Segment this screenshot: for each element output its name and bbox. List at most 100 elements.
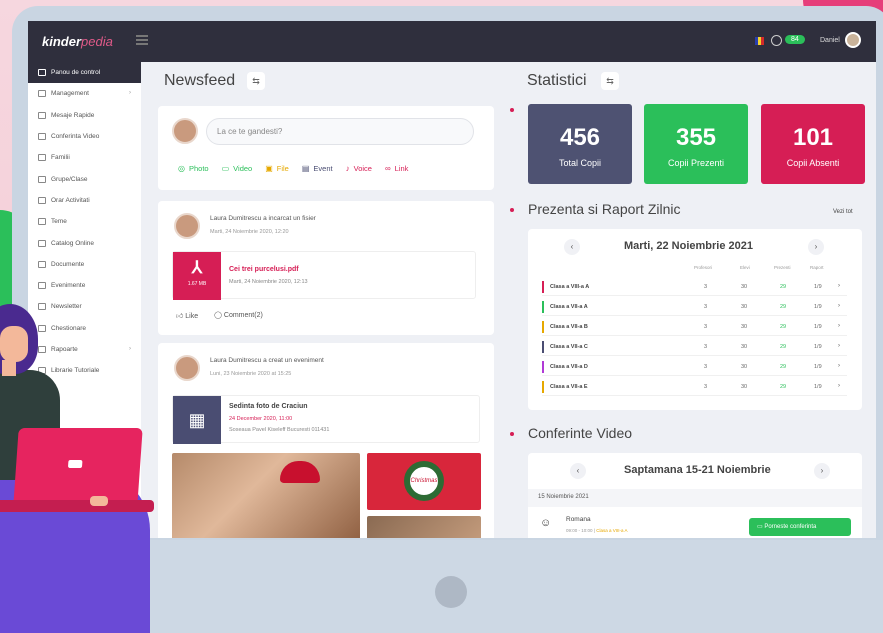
message-icon [38, 111, 46, 119]
file-button[interactable]: ▣ File [265, 164, 289, 173]
sidebar-item-panou-de-control[interactable]: Panou de control [28, 62, 141, 84]
sidebar-item-label: Orar Activitati [51, 196, 90, 204]
profesori-value: 3 [704, 304, 708, 310]
power-icon[interactable] [771, 35, 782, 46]
table-row[interactable]: Clasa a VII-a B 3 30 29 1/9 › [542, 318, 847, 336]
chevron-right-icon[interactable]: › [838, 303, 840, 309]
action-label: Link [394, 164, 409, 173]
stat-copii-absenti[interactable]: 101 Copii Absenti [761, 104, 865, 184]
sidebar-item-newsletter[interactable]: Newsletter [28, 296, 141, 317]
sidebar-item-documente[interactable]: Documente [28, 254, 141, 275]
dashboard-icon [38, 69, 46, 77]
sidebar-item-rapoarte[interactable]: Rapoarte › [28, 339, 141, 360]
sidebar-item-catalog-online[interactable]: Catalog Online [28, 232, 141, 253]
event-name: Sedinta foto de Craciun [229, 403, 308, 410]
chevron-left-icon: ‹ [576, 466, 580, 475]
prezenti-value: 29 [780, 384, 787, 390]
language-flag-icon[interactable] [755, 37, 764, 45]
post-date: Marti, 24 Noiembrie 2020, 12:20 [210, 229, 289, 235]
chevron-right-icon[interactable]: › [838, 363, 840, 369]
sidebar-item-orar-activitati[interactable]: Orar Activitati [28, 190, 141, 211]
elevi-value: 30 [741, 284, 748, 290]
statistics-filter-button[interactable]: ⇆ [601, 72, 619, 90]
attendance-title: Prezenta si Raport Zilnic [528, 201, 681, 217]
voice-button[interactable]: ♪ Voice [346, 164, 372, 173]
table-row[interactable]: Clasa a VIII-a A 3 30 29 1/9 › [542, 278, 847, 296]
sidebar-item-label: Chestionare [51, 324, 87, 332]
elevi-value: 30 [741, 364, 748, 370]
next-week-button[interactable]: › [814, 463, 830, 479]
table-row[interactable]: Clasa a VII-a C 3 30 29 1/9 › [542, 338, 847, 356]
survey-icon [38, 324, 46, 332]
chevron-right-icon[interactable]: › [838, 323, 840, 329]
notification-badge[interactable]: 84 [785, 35, 805, 44]
pdf-icon: ⅄ 1.67 MB [173, 252, 221, 300]
prezenti-value: 29 [780, 364, 787, 370]
sidebar-item-label: Documente [51, 260, 85, 268]
next-day-button[interactable]: › [808, 239, 824, 255]
sidebar-item-chestionare[interactable]: Chestionare [28, 318, 141, 339]
event-photo-family[interactable] [172, 453, 360, 538]
sidebar-item-management[interactable]: Management › [28, 83, 141, 104]
bullet-dot [510, 208, 514, 212]
event-icon: ▤ [301, 164, 310, 173]
stat-total-copii[interactable]: 456 Total Copii [528, 104, 632, 184]
newsfeed-filter-button[interactable]: ⇆ [247, 72, 265, 90]
class-name: Clasa a VII-a B [550, 324, 588, 330]
file-icon: ▣ [265, 164, 273, 173]
microphone-icon: ♪ [345, 164, 350, 173]
prev-week-button[interactable]: ‹ [570, 463, 586, 479]
bullet-dot [510, 432, 514, 436]
start-conference-button[interactable]: ▭ Porneste conferinta [749, 518, 851, 536]
sidebar-item-label: Conferinta Video [51, 133, 100, 141]
view-all-link[interactable]: Vezi tot [833, 209, 853, 215]
filter-icon: ⇆ [606, 76, 614, 86]
photo-button[interactable]: ◎ Photo [178, 164, 209, 173]
prev-day-button[interactable]: ‹ [564, 239, 580, 255]
sidebar-item-conferinta-video[interactable]: Conferinta Video [28, 126, 141, 147]
comment-button[interactable]: ◯ Comment(2) [214, 311, 263, 320]
table-row[interactable]: Clasa a VII-a D 3 30 29 1/9 › [542, 358, 847, 376]
post-input[interactable]: La ce te gandesti? [206, 118, 474, 145]
link-button[interactable]: ∞ Link [385, 164, 408, 173]
sidebar-item-teme[interactable]: Teme [28, 211, 141, 232]
chevron-right-icon[interactable]: › [838, 283, 840, 289]
table-row[interactable]: Clasa a VII-a A 3 30 29 1/9 › [542, 298, 847, 316]
event-button[interactable]: ▤ Event [302, 164, 333, 173]
column-header: Profesori [694, 265, 713, 270]
action-label: Photo [188, 164, 209, 173]
file-date: Marti, 24 Noiembrie 2020, 12:13 [229, 279, 308, 285]
event-photo-wreath[interactable]: Christmas [367, 453, 481, 510]
santa-hat [280, 461, 320, 483]
stat-copii-prezenti[interactable]: 355 Copii Prezenti [644, 104, 748, 184]
user-avatar[interactable] [845, 32, 861, 48]
event-photo-extra[interactable] [367, 516, 481, 538]
class-name: Clasa a VII-a A [550, 304, 588, 310]
sidebar-item-mesaje-rapide[interactable]: Mesaje Rapide [28, 105, 141, 126]
sidebar-item-grupe-clase[interactable]: Grupe/Clase [28, 168, 141, 189]
chevron-right-icon[interactable]: › [838, 383, 840, 389]
sidebar-item-label: Catalog Online [51, 239, 94, 247]
illustration-hand [90, 496, 108, 506]
sidebar-item-evenimente[interactable]: Evenimente [28, 275, 141, 296]
event-card[interactable]: ▦ Sedinta foto de Craciun 24 December 20… [172, 395, 480, 444]
hamburger-menu-icon[interactable] [136, 35, 148, 45]
top-bar: kinderpedia 84 Daniel [28, 21, 876, 62]
tablet-home-button [435, 576, 467, 608]
like-button[interactable]: 👍︎ Like [176, 311, 198, 320]
table-row[interactable]: Clasa a VII-a E 3 30 29 1/9 › [542, 378, 847, 396]
profesori-value: 3 [704, 384, 708, 390]
chevron-right-icon: › [814, 242, 818, 251]
family-icon [38, 154, 46, 162]
user-name[interactable]: Daniel [820, 37, 840, 44]
video-conf-title: Conferinte Video [528, 425, 633, 441]
file-name[interactable]: Cei trei purcelusi.pdf [229, 266, 299, 273]
file-attachment[interactable]: ⅄ 1.67 MB Cei trei purcelusi.pdf Marti, … [172, 251, 476, 300]
row-color-bar [542, 381, 544, 393]
chevron-right-icon[interactable]: › [838, 343, 840, 349]
video-button[interactable]: ▭ Video [222, 164, 253, 173]
sidebar-item-familii[interactable]: Familii [28, 147, 141, 168]
column-header: Elevi [740, 265, 750, 270]
app-logo[interactable]: kinderpedia [42, 34, 113, 49]
elevi-value: 30 [741, 304, 748, 310]
